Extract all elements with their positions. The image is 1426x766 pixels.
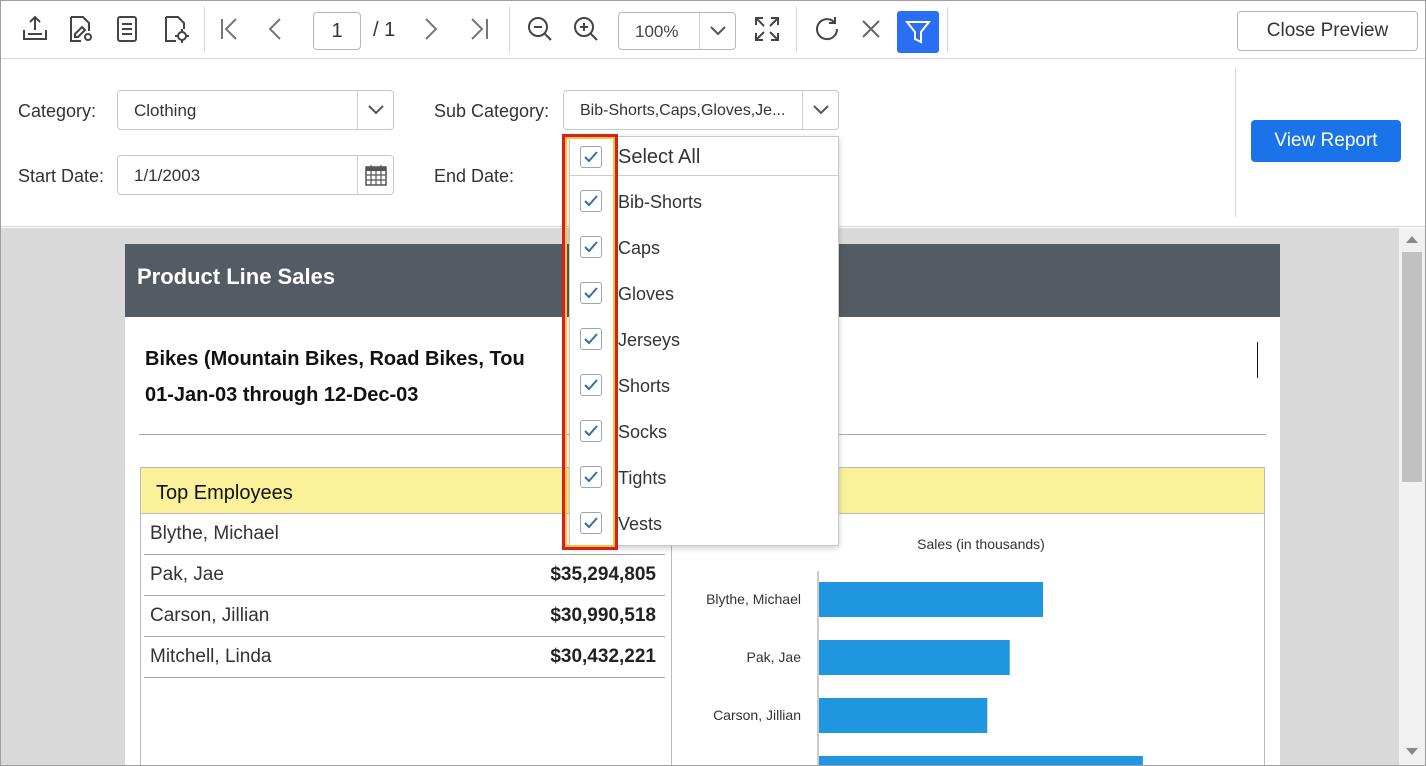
bar (819, 756, 1143, 765)
table-row: Carson, Jillian $30,990,518 (144, 596, 665, 637)
dropdown-option[interactable]: Caps (570, 225, 838, 271)
checkbox-checked-icon[interactable] (580, 328, 602, 350)
dropdown-option-label: Shorts (618, 376, 671, 396)
chevron-down-icon[interactable] (357, 91, 393, 129)
report-subtitle: Bikes (Mountain Bikes, Road Bikes, Tou (145, 348, 525, 370)
checkbox-checked-icon[interactable] (580, 190, 602, 212)
category-label: Category: (18, 101, 97, 121)
sales-bar-chart: Sales (in thousands) Blythe, Michael Pak,… (706, 536, 1143, 765)
fit-page-icon[interactable] (751, 13, 783, 45)
start-date-label: Start Date: (18, 166, 105, 186)
end-date-label: End Date: (434, 166, 515, 186)
checkbox-checked-icon[interactable] (580, 420, 602, 442)
start-date-value: 1/1/2003 (134, 166, 201, 185)
zoom-in-icon[interactable] (570, 13, 602, 45)
employee-name: Blythe, Michael (150, 523, 279, 544)
page-setup-icon[interactable] (159, 13, 191, 45)
first-page-icon[interactable] (213, 13, 245, 45)
previous-page-icon[interactable] (259, 13, 291, 45)
select-all-option[interactable]: Select All (570, 137, 838, 175)
dropdown-option[interactable]: Jerseys (570, 317, 838, 363)
checkbox-checked-icon[interactable] (580, 512, 602, 534)
dropdown-option-label: Jerseys (618, 330, 681, 350)
category-dropdown[interactable]: Clothing (117, 90, 394, 130)
dropdown-option-label: Caps (618, 238, 661, 258)
select-all-label: Select All (618, 146, 701, 168)
view-report-button[interactable]: View Report (1251, 120, 1401, 162)
checkbox-checked-icon[interactable] (580, 236, 602, 258)
dropdown-option-label: Socks (618, 422, 668, 442)
checkbox-checked-icon[interactable] (580, 146, 602, 168)
employee-name: Mitchell, Linda (150, 646, 272, 667)
chevron-down-icon[interactable] (699, 13, 735, 49)
dropdown-option[interactable]: Gloves (570, 271, 838, 317)
scroll-thumb[interactable] (1402, 252, 1422, 482)
cancel-icon[interactable] (855, 13, 887, 45)
zoom-value: 100% (635, 22, 679, 41)
employee-sales: $30,432,221 (550, 646, 656, 667)
bar (819, 698, 988, 733)
zoom-select[interactable]: 100% (618, 12, 736, 50)
scroll-down-icon[interactable] (1406, 748, 1418, 755)
report-viewer-toolbar: 1 / 1 100% Close Preview (1, 1, 1425, 59)
start-date-input[interactable]: 1/1/2003 (117, 155, 394, 195)
report-title: Product Line Sales (137, 264, 336, 289)
table-row: Mitchell, Linda $30,432,221 (144, 637, 665, 678)
dropdown-option[interactable]: Bib-Shorts (570, 179, 838, 225)
dropdown-option-label: Tights (618, 468, 667, 488)
dropdown-option[interactable]: Vests (570, 501, 838, 547)
export-icon[interactable] (19, 13, 51, 45)
next-page-icon[interactable] (415, 13, 447, 45)
checkbox-checked-icon[interactable] (580, 282, 602, 304)
subcategory-value: Bib-Shorts,Caps,Gloves,Je... (580, 102, 786, 119)
dropdown-option[interactable]: Socks (570, 409, 838, 455)
dropdown-option-label: Gloves (618, 284, 675, 304)
page-number-input[interactable]: 1 (313, 12, 361, 50)
subcategory-dropdown-list: Select All Bib-Shorts Caps Gloves Jerseys Sh… (569, 136, 839, 546)
category-value: Clothing (134, 101, 197, 120)
last-page-icon[interactable] (463, 13, 495, 45)
scroll-up-icon[interactable] (1406, 236, 1418, 243)
employee-sales: $35,294,805 (550, 564, 656, 585)
dropdown-option-label: Bib-Shorts (618, 192, 703, 212)
bar (819, 640, 1010, 675)
calendar-icon[interactable] (357, 156, 393, 194)
chevron-down-icon[interactable] (802, 91, 838, 129)
employee-name: Carson, Jillian (150, 605, 270, 626)
report-date-range: 01-Jan-03 through 12-Dec-03 (145, 384, 419, 406)
bar-label: Blythe, Michael (706, 591, 801, 607)
refresh-icon[interactable] (811, 13, 843, 45)
filter-icon (904, 21, 932, 44)
zoom-out-icon[interactable] (524, 13, 556, 45)
edit-report-icon[interactable] (64, 13, 96, 45)
document-icon[interactable] (111, 13, 143, 45)
employee-name: Pak, Jae (150, 564, 224, 585)
dropdown-option[interactable]: Shorts (570, 363, 838, 409)
filter-button[interactable] (897, 11, 939, 53)
subcategory-dropdown[interactable]: Bib-Shorts,Caps,Gloves,Je... (563, 90, 839, 130)
chart-title: Sales (in thousands) (917, 536, 1045, 552)
close-preview-button[interactable]: Close Preview (1237, 11, 1418, 51)
subcategory-label: Sub Category: (434, 101, 550, 121)
dropdown-option-label: Vests (618, 514, 663, 534)
bar-label: Carson, Jillian (713, 707, 801, 723)
checkbox-checked-icon[interactable] (580, 466, 602, 488)
bar (819, 582, 1043, 617)
page-total: / 1 (373, 19, 396, 41)
checkbox-checked-icon[interactable] (580, 374, 602, 396)
table-row: Pak, Jae $35,294,805 (144, 555, 665, 596)
bar-label: Pak, Jae (747, 649, 802, 665)
top-employees-title: Top Employees (156, 482, 293, 504)
dropdown-option[interactable]: Tights (570, 455, 838, 501)
employee-sales: $30,990,518 (550, 605, 656, 626)
vertical-scrollbar[interactable] (1399, 228, 1425, 765)
